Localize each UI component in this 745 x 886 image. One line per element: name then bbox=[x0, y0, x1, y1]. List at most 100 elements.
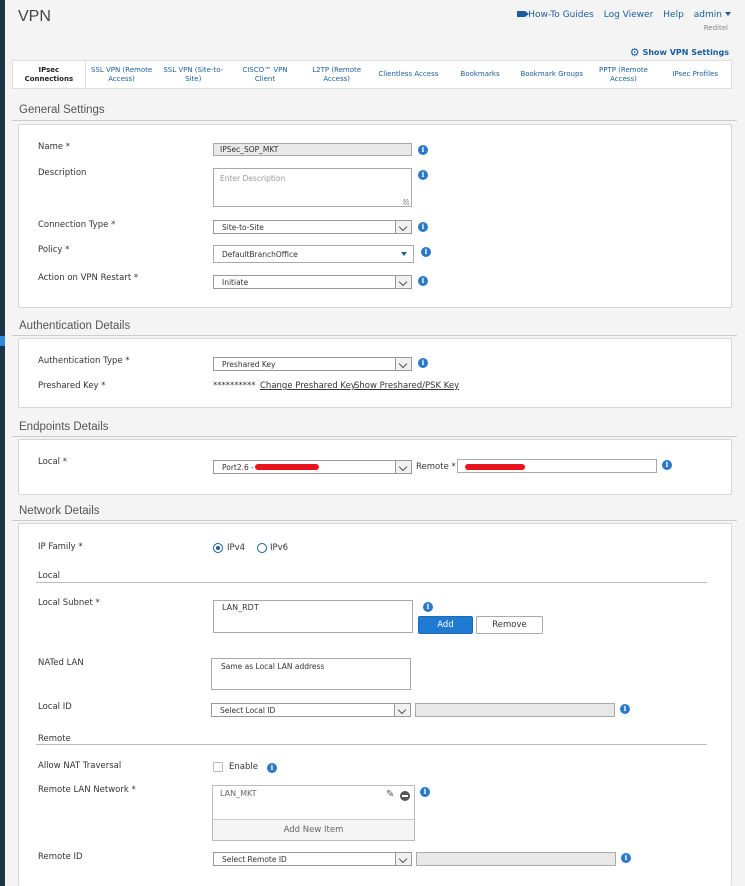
info-icon[interactable]: i bbox=[662, 460, 672, 470]
connection-type-select[interactable]: Site-to-Site bbox=[213, 220, 412, 234]
info-icon[interactable]: i bbox=[420, 787, 430, 797]
description-textarea[interactable]: Enter Description bbox=[213, 168, 412, 207]
subsection-divider bbox=[36, 582, 707, 583]
chevron-down-icon bbox=[395, 358, 411, 370]
section-divider bbox=[12, 520, 737, 521]
chevron-down-icon bbox=[395, 853, 411, 865]
authentication-panel bbox=[18, 338, 732, 408]
ipv6-radio[interactable] bbox=[257, 543, 267, 553]
remote-endpoint-label: Remote * bbox=[416, 462, 456, 472]
name-label: Name * bbox=[38, 142, 71, 152]
nated-lan-field[interactable]: Same as Local LAN address bbox=[211, 658, 411, 690]
page-title: VPN bbox=[18, 8, 51, 25]
subsection-divider bbox=[36, 744, 707, 745]
local-endpoint-label: Local * bbox=[38, 457, 67, 467]
remote-id-value-input[interactable] bbox=[416, 852, 616, 866]
info-icon[interactable]: i bbox=[620, 704, 630, 714]
tab-clientless-access[interactable]: Clientless Access bbox=[373, 61, 445, 88]
add-new-item-button[interactable]: Add New Item bbox=[213, 820, 414, 840]
policy-label: Policy * bbox=[38, 245, 70, 255]
tab-ipsec-connections[interactable]: IPsec Connections bbox=[13, 61, 86, 88]
description-label: Description bbox=[38, 168, 87, 178]
remove-button[interactable]: Remove bbox=[476, 616, 543, 634]
policy-select[interactable]: DefaultBranchOffice bbox=[213, 245, 414, 263]
info-icon[interactable]: i bbox=[418, 358, 428, 368]
info-icon[interactable]: i bbox=[421, 247, 431, 257]
endpoints-details-title: Endpoints Details bbox=[19, 421, 109, 433]
ipv4-radio[interactable] bbox=[213, 543, 223, 553]
tab-bar: IPsec Connections SSL VPN (Remote Access… bbox=[12, 60, 732, 89]
nated-lan-label: NATed LAN bbox=[38, 658, 84, 668]
video-camera-icon bbox=[517, 11, 530, 17]
tab-ssl-vpn-remote[interactable]: SSL VPN (Remote Access) bbox=[86, 61, 158, 88]
show-vpn-settings-link[interactable]: ⚙ Show VPN Settings bbox=[630, 46, 729, 59]
info-icon[interactable]: i bbox=[418, 170, 428, 180]
info-icon[interactable]: i bbox=[418, 145, 428, 155]
preshared-key-mask: ********** bbox=[213, 381, 256, 391]
ip-family-label: IP Family * bbox=[38, 542, 83, 552]
authentication-details-title: Authentication Details bbox=[19, 320, 131, 332]
nat-traversal-checkbox[interactable] bbox=[213, 762, 223, 772]
local-subnet-label: Local Subnet * bbox=[38, 598, 100, 608]
remove-circle-icon[interactable] bbox=[400, 791, 410, 801]
connection-type-label: Connection Type * bbox=[38, 220, 116, 230]
allow-nat-traversal-label: Allow NAT Traversal bbox=[38, 761, 122, 771]
list-item: LAN_RDT bbox=[222, 603, 259, 612]
tab-ssl-vpn-site[interactable]: SSL VPN (Site-to-Site) bbox=[157, 61, 229, 88]
tab-ipsec-profiles[interactable]: IPsec Profiles bbox=[659, 61, 731, 88]
ipv6-label: IPv6 bbox=[270, 543, 289, 553]
info-icon[interactable]: i bbox=[418, 222, 428, 232]
local-subheading: Local bbox=[38, 571, 61, 581]
general-settings-title: General Settings bbox=[19, 104, 105, 116]
local-id-label: Local ID bbox=[38, 702, 72, 712]
preshared-key-label: Preshared Key * bbox=[38, 381, 106, 391]
tab-l2tp[interactable]: L2TP (Remote Access) bbox=[301, 61, 373, 88]
info-icon[interactable]: i bbox=[423, 602, 433, 612]
user-menu[interactable]: admin bbox=[694, 10, 731, 20]
org-name: Reditel bbox=[703, 24, 728, 32]
remote-subheading: Remote bbox=[38, 734, 71, 744]
minus-shape bbox=[402, 795, 408, 797]
remote-lan-network-label: Remote LAN Network * bbox=[38, 785, 136, 795]
action-on-restart-label: Action on VPN Restart * bbox=[38, 273, 139, 283]
tab-pptp[interactable]: PPTP (Remote Access) bbox=[588, 61, 660, 88]
log-viewer-link[interactable]: Log Viewer bbox=[604, 10, 654, 20]
chevron-down-icon bbox=[394, 704, 410, 716]
info-icon[interactable]: i bbox=[418, 276, 428, 286]
caret-down-icon bbox=[401, 252, 407, 256]
ipv4-label: IPv4 bbox=[227, 543, 246, 553]
help-link[interactable]: Help bbox=[663, 10, 684, 20]
remote-id-label: Remote ID bbox=[38, 852, 83, 862]
list-item: LAN_MKT bbox=[220, 789, 257, 798]
tab-bookmarks[interactable]: Bookmarks bbox=[444, 61, 516, 88]
pencil-icon[interactable]: ✎ bbox=[386, 789, 394, 800]
redaction-mark bbox=[255, 464, 319, 470]
auth-type-select[interactable]: Preshared Key bbox=[213, 357, 412, 371]
add-button[interactable]: Add bbox=[418, 616, 473, 634]
local-id-value-input[interactable] bbox=[415, 703, 615, 717]
local-id-select[interactable]: Select Local ID bbox=[211, 703, 411, 717]
action-on-restart-select[interactable]: Initiate bbox=[213, 275, 412, 289]
enable-label: Enable bbox=[229, 762, 258, 772]
show-preshared-key-link[interactable]: Show Preshared/PSK Key bbox=[354, 381, 459, 391]
how-to-guides-link[interactable]: How-To Guides bbox=[517, 10, 594, 20]
info-icon[interactable]: i bbox=[621, 853, 631, 863]
section-divider bbox=[12, 335, 737, 336]
change-preshared-key-link[interactable]: Change Preshared Key bbox=[260, 381, 356, 391]
left-nav-marker bbox=[0, 336, 5, 346]
gear-icon: ⚙ bbox=[629, 46, 640, 59]
tab-bookmark-groups[interactable]: Bookmark Groups bbox=[516, 61, 588, 88]
caret-down-icon bbox=[725, 12, 731, 16]
chevron-down-icon bbox=[395, 221, 411, 233]
section-divider bbox=[12, 436, 737, 437]
network-details-title: Network Details bbox=[19, 505, 100, 517]
name-input[interactable]: IPSec_SOP_MKT bbox=[213, 143, 412, 156]
left-nav-strip bbox=[0, 0, 5, 886]
remote-id-select[interactable]: Select Remote ID bbox=[213, 852, 412, 866]
auth-type-label: Authentication Type * bbox=[38, 356, 130, 366]
tab-cisco-vpn-client[interactable]: CISCO™ VPN Client bbox=[229, 61, 301, 88]
info-icon[interactable]: i bbox=[267, 763, 277, 773]
resize-handle-icon[interactable] bbox=[403, 199, 409, 205]
section-divider bbox=[12, 120, 737, 121]
top-links: How-To Guides Log Viewer Help admin bbox=[517, 10, 731, 20]
